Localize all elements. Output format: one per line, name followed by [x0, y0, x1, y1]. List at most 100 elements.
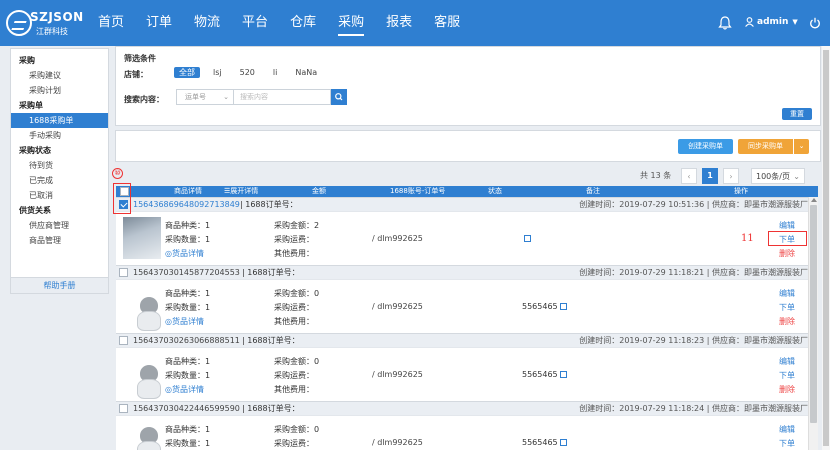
sidebar-group-supply: 供货关系 — [19, 206, 51, 215]
sidebar-item-1688-orders[interactable]: 1688采购单 — [11, 113, 108, 128]
annotation-highlight-order — [768, 231, 807, 246]
remark-value: 5565465 — [522, 370, 567, 379]
sidebar-group-status: 采购状态 — [19, 146, 51, 155]
help-link[interactable]: 帮助手册 — [11, 277, 108, 293]
amount-label: 采购金额： — [274, 425, 314, 434]
nav-orders[interactable]: 订单 — [146, 0, 172, 46]
row-checkbox[interactable] — [119, 268, 128, 277]
sidebar-item-pending[interactable]: 待到货 — [11, 158, 108, 173]
page-size-value: 100条/页 — [756, 172, 790, 181]
power-icon[interactable] — [809, 17, 821, 29]
sidebar-item-manual[interactable]: 手动采购 — [11, 128, 108, 143]
expand-details-toggle[interactable]: ☰展开详情 — [224, 186, 258, 197]
goods-detail-link[interactable]: ◎货品详情 — [165, 248, 204, 259]
row-checkbox[interactable] — [119, 336, 128, 345]
page-size-select[interactable]: 100条/页 ⌄ — [751, 168, 805, 184]
order-number[interactable]: 156437030263066888511 — [133, 334, 240, 348]
user-menu[interactable]: admin ▼ — [745, 17, 798, 27]
table-header: 商品详情 ☰展开详情 金额 1688账号-订单号 状态 备注 操作 — [116, 186, 818, 197]
place-order-button[interactable]: 下单 — [772, 302, 802, 313]
other-fee-label: 其他费用： — [274, 385, 314, 394]
nav-purchase[interactable]: 采购 — [338, 0, 365, 46]
sidebar-item-done[interactable]: 已完成 — [11, 173, 108, 188]
sidebar-item-suppliers[interactable]: 供应商管理 — [11, 218, 108, 233]
logo[interactable]: SZJSON 江群科技 — [6, 8, 83, 38]
remark-text: 5565465 — [522, 302, 558, 311]
shop-option[interactable]: li — [268, 67, 282, 78]
edit-button[interactable]: 编辑 — [772, 356, 802, 367]
product-image[interactable] — [123, 421, 161, 450]
sync-dropdown-button[interactable]: ⌄ — [794, 139, 809, 154]
amount-label: 采购金额： — [274, 221, 314, 230]
freight-label: 采购运费： — [274, 303, 314, 312]
shop-option[interactable]: lsj — [208, 67, 227, 78]
scrollbar-thumb[interactable] — [810, 205, 817, 423]
goods-detail-link[interactable]: ◎货品详情 — [165, 316, 204, 327]
next-page-button[interactable]: › — [723, 168, 739, 184]
nav-home[interactable]: 首页 — [98, 0, 124, 46]
kinds-value: 1 — [205, 289, 211, 298]
create-order-button[interactable]: 创建采购单 — [678, 139, 733, 154]
edit-remark-icon[interactable] — [559, 371, 567, 378]
remark-value: 5565465 — [522, 438, 567, 447]
delete-button[interactable]: 删除 — [772, 248, 802, 259]
col-detail: 商品详情 — [174, 187, 202, 195]
order-header: 156437030422446599590 | 1688订单号： 创建时间：20… — [116, 401, 808, 415]
bell-icon[interactable] — [718, 16, 732, 30]
shop-option-all[interactable]: 全部 — [174, 67, 200, 78]
place-order-button[interactable]: 下单 — [772, 438, 802, 449]
order-number[interactable]: 15643686964809271​3849 — [133, 198, 240, 212]
nav-logistics[interactable]: 物流 — [194, 0, 220, 46]
table-scrollbar[interactable] — [808, 197, 818, 450]
prev-page-button[interactable]: ‹ — [681, 168, 697, 184]
edit-remark-icon[interactable] — [559, 303, 567, 310]
qty-label: 采购数量： — [165, 439, 205, 448]
nav-service[interactable]: 客服 — [434, 0, 460, 46]
search-type-select[interactable]: 运单号 ⌄ — [176, 89, 234, 105]
edit-remark-icon[interactable] — [559, 439, 567, 446]
sidebar-item-products[interactable]: 商品管理 — [11, 233, 108, 248]
user-icon — [745, 17, 754, 27]
page-scrollbar[interactable] — [822, 46, 830, 450]
reset-button[interactable]: 重置 — [782, 108, 812, 120]
edit-remark-icon[interactable] — [524, 235, 531, 242]
scroll-up-arrow[interactable] — [811, 198, 817, 202]
kinds-label: 商品种类： — [165, 221, 205, 230]
goods-detail-link[interactable]: ◎货品详情 — [165, 384, 204, 395]
sidebar-item-cancelled[interactable]: 已取消 — [11, 188, 108, 203]
order-header: 156437030145877204553 | 1688订单号： 创建时间：20… — [116, 265, 808, 279]
edit-button[interactable]: 编辑 — [772, 288, 802, 299]
edit-button[interactable]: 编辑 — [772, 220, 802, 231]
delete-button[interactable]: 删除 — [772, 384, 802, 395]
place-order-button[interactable]: 下单 — [772, 370, 802, 381]
order-number[interactable]: 156437030145877204553 — [133, 266, 240, 280]
nav-reports[interactable]: 报表 — [386, 0, 412, 46]
product-image[interactable] — [123, 217, 161, 259]
row-checkbox[interactable] — [119, 404, 128, 413]
edit-button[interactable]: 编辑 — [772, 424, 802, 435]
qty-value: 1 — [205, 439, 211, 448]
top-bar: SZJSON 江群科技 首页 订单 物流 平台 仓库 采购 报表 客服 admi… — [0, 0, 830, 46]
product-image[interactable] — [123, 285, 161, 331]
product-image[interactable] — [123, 353, 161, 399]
qty-text: 采购数量：1 — [165, 370, 210, 381]
freight-label: 采购运费： — [274, 371, 314, 380]
qty-value: 1 — [205, 303, 211, 312]
total-count: 共 13 条 — [640, 171, 672, 180]
sidebar-item-plan[interactable]: 采购计划 — [11, 83, 108, 98]
shop-option[interactable]: 520 — [235, 67, 260, 78]
qty-label: 采购数量： — [165, 235, 205, 244]
sidebar-item-suggestion[interactable]: 采购建议 — [11, 68, 108, 83]
figure-body — [137, 441, 161, 450]
page-scrollbar-thumb[interactable] — [823, 50, 829, 446]
nav-platform[interactable]: 平台 — [242, 0, 268, 46]
shop-option[interactable]: NaNa — [290, 67, 322, 78]
delete-button[interactable]: 删除 — [772, 316, 802, 327]
search-input[interactable]: 搜索内容 — [233, 89, 331, 105]
order-number[interactable]: 156437030422446599590 — [133, 402, 240, 416]
search-button[interactable] — [331, 89, 347, 105]
kinds-value: 1 — [205, 357, 211, 366]
sync-order-button[interactable]: 同步采购单 — [738, 139, 793, 154]
page-number[interactable]: 1 — [702, 168, 718, 184]
nav-warehouse[interactable]: 仓库 — [290, 0, 316, 46]
